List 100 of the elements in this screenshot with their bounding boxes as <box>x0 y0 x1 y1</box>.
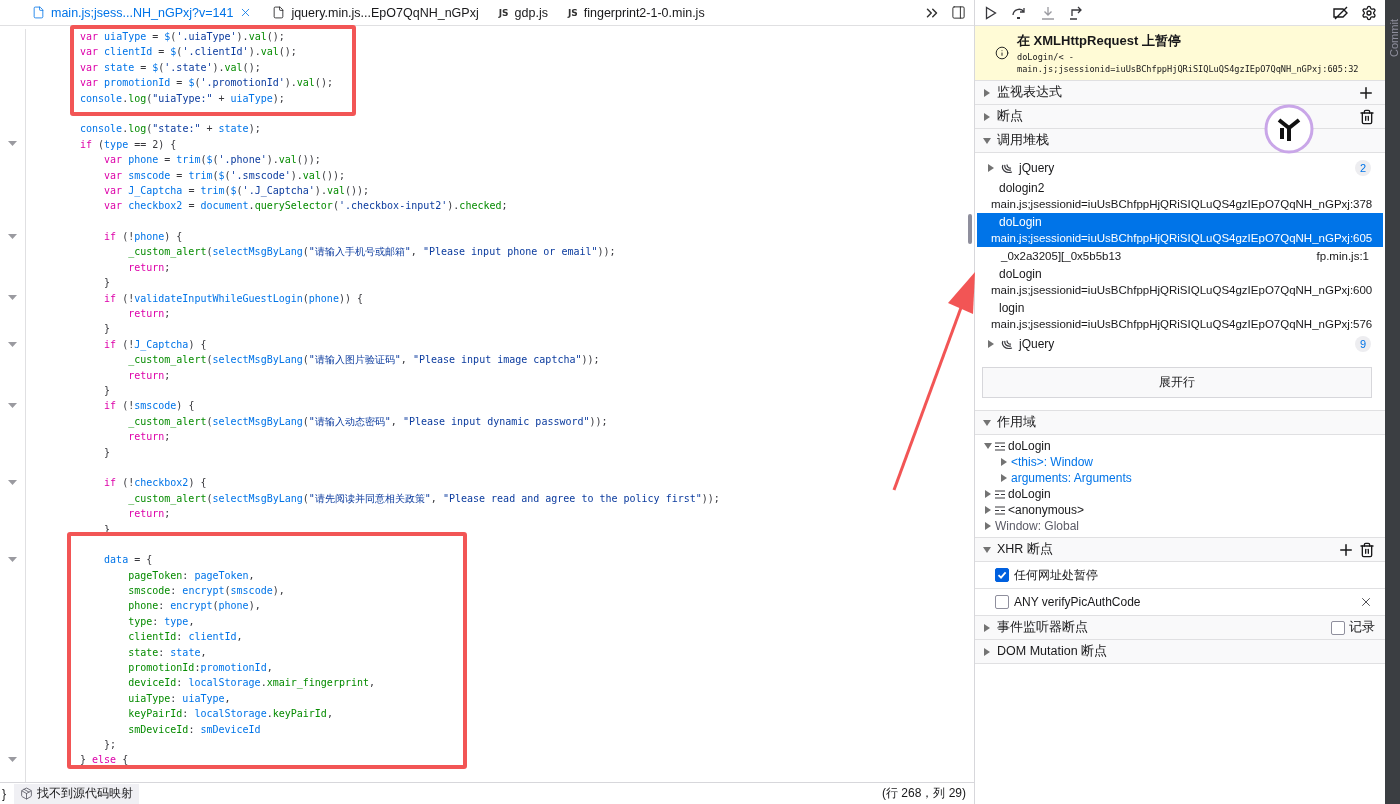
section-header[interactable]: 调用堆栈 <box>975 129 1385 153</box>
fold-arrow-icon[interactable] <box>8 403 17 410</box>
call-stack-frame[interactable]: doLogin main.js;jsessionid=iuUsBChfppHjQRiSIQLuQS4gzIEpO7QqNH_nGPxj:605 <box>977 213 1383 247</box>
scope-item[interactable]: arguments: Arguments <box>1011 470 1132 486</box>
source-map-status[interactable]: 找不到源代码映射 <box>14 783 139 804</box>
frame-location: main.js;jsessionid=iuUsBChfppHjQRiSIQLuQS4gzIEpO7QqNH_nGPxj:378 <box>991 197 1374 212</box>
frame-location: main.js;jsessionid=iuUsBChfppHjQRiSIQLuQS4gzIEpO7QqNH_nGPxj:605 <box>991 231 1374 246</box>
file-tab[interactable]: jquery.min.js...EpO7QqNH_nGPxj <box>266 0 493 26</box>
code-line: } else { <box>79 753 129 768</box>
frame-count: 9 <box>1355 336 1371 352</box>
call-stack-group[interactable]: jQuery 2 <box>975 157 1385 179</box>
code-line: } <box>103 322 111 337</box>
sidebar-toggle-icon[interactable] <box>951 5 966 20</box>
code-line: return; <box>127 430 171 445</box>
expand-rows-button[interactable]: 展开行 <box>982 367 1372 398</box>
call-stack-group[interactable]: jQuery 9 <box>975 333 1385 355</box>
code-line: keyPairId: localStorage.keyPairId, <box>127 707 333 722</box>
code-line: deviceId: localStorage.xmair_fingerprint, <box>127 676 376 691</box>
call-stack-frame[interactable]: login main.js;jsessionid=iuUsBChfppHjQRiSIQLuQS4gzIEpO7QqNH_nGPxj:576 <box>977 299 1383 333</box>
step-over-icon[interactable] <box>1011 5 1027 20</box>
checkbox[interactable] <box>1331 620 1345 635</box>
scope-item[interactable]: <this>: Window <box>1011 454 1094 470</box>
pause-reason: 在 XMLHttpRequest 上暂停 <box>1017 32 1182 50</box>
section-header[interactable]: DOM Mutation 断点 <box>975 640 1385 664</box>
fold-arrow-icon[interactable] <box>8 480 17 486</box>
file-icon <box>272 6 286 19</box>
disclosure-triangle-icon[interactable] <box>983 88 991 97</box>
code-line: pageToken: pageToken, <box>127 568 255 583</box>
code-line: var state = $('.state').val(); <box>79 60 261 75</box>
resume-icon[interactable] <box>985 5 997 20</box>
call-stack-frame[interactable]: doLogin main.js;jsessionid=iuUsBChfppHjQRiSIQLuQS4gzIEpO7QqNH_nGPxj:600 <box>977 265 1383 299</box>
code-line: if (!validateInputWhileGuestLogin(phone)) { <box>103 291 363 306</box>
scope-item[interactable]: Window: Global <box>995 518 1080 534</box>
section-header[interactable]: 监视表达式 <box>975 81 1385 105</box>
scope-icon <box>995 505 1005 515</box>
cursor-position: (行 268，列 29) <box>881 785 967 802</box>
code-line: state: state, <box>127 645 207 660</box>
section-header[interactable]: XHR 断点 <box>975 538 1385 562</box>
frame-name: doLogin <box>998 266 1043 282</box>
code-line: if (type == 2) { <box>79 137 177 152</box>
code-line: var checkbox2 = document.querySelector('.checkbox-input2').checked; <box>103 199 508 214</box>
paused-location: main.js;jsessionid=iuUsBChfppHjQRiSIQLuQS4gzIEpO7QqNH_nGPxj:605:32 <box>1017 64 1359 74</box>
scope-item[interactable]: <anonymous> <box>1008 502 1085 518</box>
file-tab[interactable]: JS gdp.js <box>492 0 562 26</box>
frame-location: fp.min.js:1 <box>1316 249 1369 264</box>
disclosure-triangle-icon[interactable] <box>1000 458 1008 466</box>
fold-arrow-icon[interactable] <box>8 141 17 148</box>
code-line: var uiaType = $('.uiaType').val(); <box>79 30 285 44</box>
xhr-breakpoint-label: ANY verifyPicAuthCode <box>1014 595 1141 609</box>
code-line: type: type, <box>127 614 195 629</box>
code-line: return; <box>127 507 171 522</box>
disclosure-triangle-icon[interactable] <box>984 490 992 498</box>
disclosure-triangle-icon[interactable] <box>983 647 991 656</box>
section-header[interactable]: 事件监听器断点 记录 <box>975 616 1385 640</box>
trash-icon[interactable] <box>1359 541 1375 558</box>
code-line: } <box>103 384 111 398</box>
disclosure-triangle-icon[interactable] <box>983 623 991 632</box>
frame-name: doLogin <box>998 214 1043 230</box>
call-stack-frame[interactable]: _0x2a3205][_0x5b5b13 fp.min.js:1 <box>977 247 1383 265</box>
checkbox[interactable] <box>995 568 1009 582</box>
fold-arrow-icon[interactable] <box>8 556 17 563</box>
section-header[interactable]: 断点 <box>975 105 1385 129</box>
close-icon[interactable] <box>1359 595 1373 609</box>
scope-icon <box>995 441 1005 451</box>
disclosure-triangle-icon[interactable] <box>983 136 991 145</box>
disclosure-triangle-icon[interactable] <box>984 442 992 450</box>
scope-item[interactable]: doLogin <box>1008 438 1051 454</box>
scope-item[interactable]: doLogin <box>1008 486 1051 502</box>
fold-arrow-icon[interactable] <box>8 233 17 240</box>
settings-icon[interactable] <box>1361 4 1377 21</box>
trash-icon[interactable] <box>1359 108 1375 125</box>
code-line: return; <box>127 260 171 275</box>
step-in-icon[interactable] <box>1041 5 1055 20</box>
disclosure-triangle-icon[interactable] <box>987 164 995 172</box>
step-out-icon[interactable] <box>1069 5 1083 20</box>
checkbox[interactable] <box>995 595 1009 609</box>
disclosure-triangle-icon[interactable] <box>983 545 991 554</box>
frame-location: main.js;jsessionid=iuUsBChfppHjQRiSIQLuQS4gzIEpO7QqNH_nGPxj:600 <box>991 283 1374 298</box>
disclosure-triangle-icon[interactable] <box>984 506 992 514</box>
log-label: 记录 <box>1349 619 1375 636</box>
deactivate-breakpoints-icon[interactable] <box>1333 5 1349 20</box>
section-header[interactable]: 作用域 <box>975 411 1385 435</box>
fold-arrow-icon[interactable] <box>8 295 17 302</box>
code-line: uiaType: uiaType, <box>127 691 231 706</box>
disclosure-triangle-icon[interactable] <box>1000 474 1008 482</box>
file-tab[interactable]: JS fingerprint2-1-0.min.js <box>561 0 719 26</box>
scrollbar-thumb[interactable] <box>968 214 972 244</box>
code-line: _custom_alert(selectMsgByLang("请先阅读并同意相关政策", "Please read and agree to the policy first")); <box>127 491 720 507</box>
code-line: if (!J_Captcha) { <box>103 337 207 353</box>
frame-name: dologin2 <box>998 180 1046 196</box>
call-stack-frame[interactable]: dologin2 main.js;jsessionid=iuUsBChfppHjQRiSIQLuQS4gzIEpO7QqNH_nGPxj:378 <box>977 179 1383 213</box>
group-name: jQuery <box>1019 336 1055 352</box>
disclosure-triangle-icon[interactable] <box>983 112 991 121</box>
fold-arrow-icon[interactable] <box>8 757 17 764</box>
disclosure-triangle-icon[interactable] <box>984 522 992 530</box>
disclosure-triangle-icon[interactable] <box>983 418 991 427</box>
file-tab[interactable]: main.js;jsess...NH_nGPxj?v=141 <box>26 0 267 26</box>
js-file-icon: JS <box>498 7 509 18</box>
fold-arrow-icon[interactable] <box>8 341 17 348</box>
disclosure-triangle-icon[interactable] <box>987 340 995 348</box>
